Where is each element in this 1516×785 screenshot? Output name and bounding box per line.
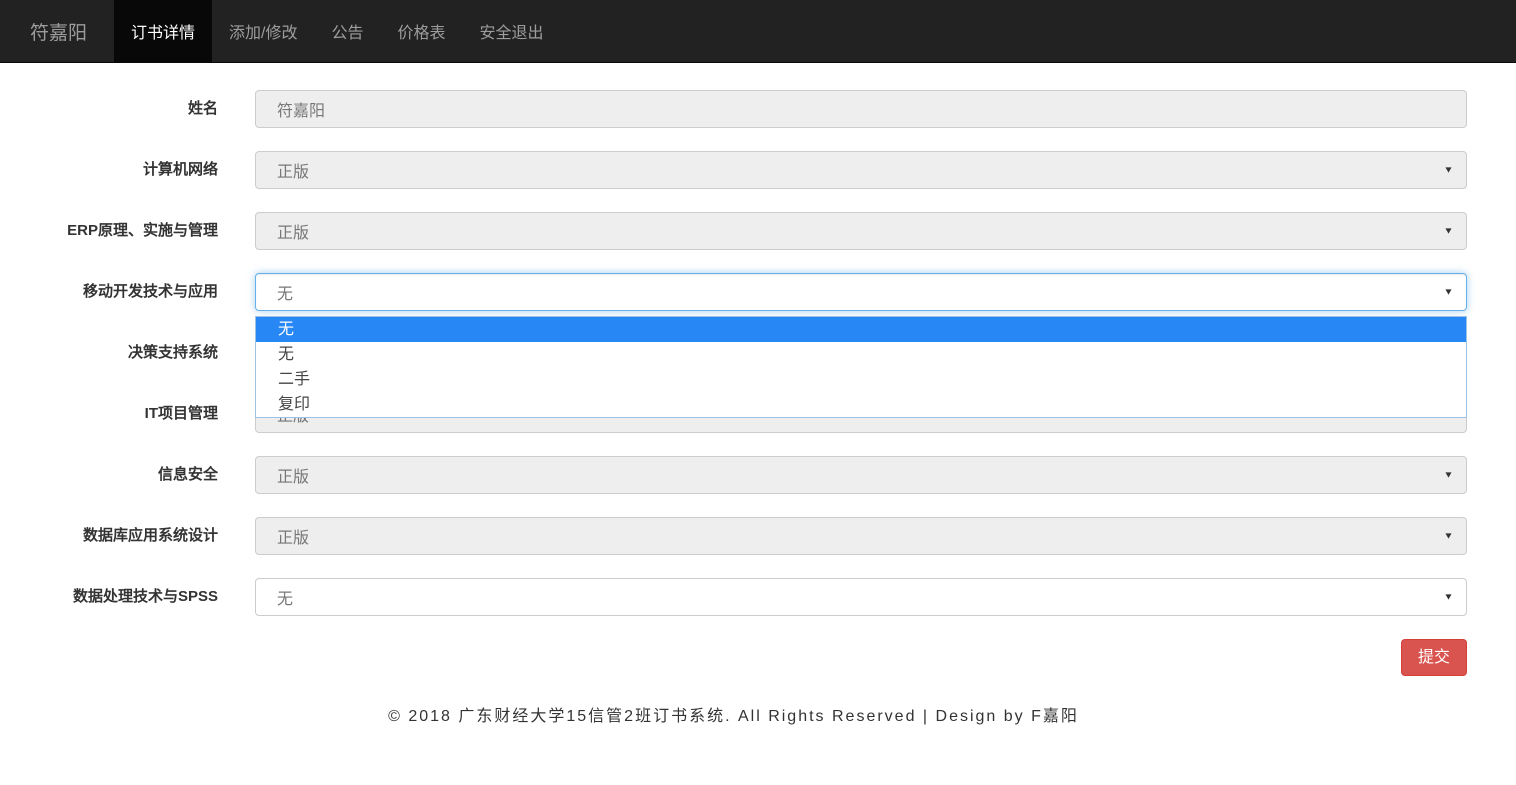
chevron-down-icon: ▼: [1443, 227, 1453, 236]
select-input: 正版 ▼: [255, 151, 1467, 189]
field-control-wrap: 无▼无无二手复印: [255, 273, 1467, 311]
field-control-wrap: 正版 ▼: [255, 151, 1467, 189]
field-value: 无: [277, 280, 293, 304]
form-row: 姓名 符嘉阳: [0, 90, 1467, 128]
field-control-wrap: 符嘉阳: [255, 90, 1467, 128]
field-label: IT项目管理: [0, 405, 218, 423]
nav-item-0[interactable]: 订书详情: [114, 0, 212, 62]
form-row: 移动开发技术与应用无▼无无二手复印: [0, 273, 1467, 311]
field-value: 符嘉阳: [277, 97, 325, 121]
field-value: 无: [277, 585, 293, 609]
chevron-down-icon: ▼: [1443, 166, 1453, 175]
field-label: 数据库应用系统设计: [0, 527, 218, 545]
field-value: 正版: [277, 158, 309, 182]
field-label: 计算机网络: [0, 161, 218, 179]
select-input: 正版 ▼: [255, 212, 1467, 250]
dropdown-option[interactable]: 二手: [256, 367, 1466, 392]
select-input[interactable]: 无▼: [255, 578, 1467, 616]
dropdown-option[interactable]: 无: [256, 317, 1466, 342]
submit-row: 提交: [0, 639, 1467, 676]
dropdown-option[interactable]: 复印: [256, 392, 1466, 417]
form-row: 数据处理技术与SPSS无▼: [0, 578, 1467, 616]
nav-item-3[interactable]: 价格表: [381, 0, 463, 62]
field-value: 正版: [277, 524, 309, 548]
text-input: 符嘉阳: [255, 90, 1467, 128]
chevron-down-icon: ▼: [1443, 593, 1453, 602]
field-control-wrap: 正版 ▼: [255, 456, 1467, 494]
form-row: 信息安全 正版 ▼: [0, 456, 1467, 494]
field-label: 决策支持系统: [0, 344, 218, 362]
field-label: 姓名: [0, 100, 218, 118]
field-label: 数据处理技术与SPSS: [0, 588, 218, 606]
dropdown-option[interactable]: 无: [256, 342, 1466, 367]
field-value: 正版: [277, 463, 309, 487]
field-control-wrap: 无▼: [255, 578, 1467, 616]
select-dropdown: 无无二手复印: [255, 316, 1467, 418]
nav-item-1[interactable]: 添加/修改: [212, 0, 314, 62]
select-input: 正版 ▼: [255, 517, 1467, 555]
field-control-wrap: 正版 ▼: [255, 212, 1467, 250]
chevron-down-icon: ▼: [1443, 288, 1453, 297]
field-value: 正版: [277, 219, 309, 243]
select-input: 正版 ▼: [255, 456, 1467, 494]
form-row: 数据库应用系统设计 正版 ▼: [0, 517, 1467, 555]
form-row: 计算机网络 正版 ▼: [0, 151, 1467, 189]
navbar-menu: 订书详情添加/修改公告价格表安全退出: [114, 0, 561, 62]
navbar-brand[interactable]: 符嘉阳: [15, 0, 102, 62]
field-label: 信息安全: [0, 466, 218, 484]
submit-button[interactable]: 提交: [1401, 639, 1467, 676]
nav-item-2[interactable]: 公告: [314, 0, 380, 62]
footer-copyright-text: © 2018 广东财经大学15信管2班订书系统. All Rights Rese…: [388, 708, 1079, 725]
chevron-down-icon: ▼: [1443, 532, 1453, 541]
field-label: ERP原理、实施与管理: [0, 222, 218, 240]
navbar: 符嘉阳 订书详情添加/修改公告价格表安全退出: [0, 0, 1516, 63]
book-order-form: 姓名符嘉阳计算机网络正版▼ERP原理、实施与管理正版▼移动开发技术与应用无▼无无…: [0, 90, 1467, 616]
nav-item-4[interactable]: 安全退出: [463, 0, 561, 62]
order-detail-page: 姓名符嘉阳计算机网络正版▼ERP原理、实施与管理正版▼移动开发技术与应用无▼无无…: [0, 63, 1516, 726]
field-label: 移动开发技术与应用: [0, 283, 218, 301]
form-row: ERP原理、实施与管理 正版 ▼: [0, 212, 1467, 250]
chevron-down-icon: ▼: [1443, 471, 1453, 480]
field-control-wrap: 正版 ▼: [255, 517, 1467, 555]
select-input[interactable]: 无▼: [255, 273, 1467, 311]
footer: © 2018 广东财经大学15信管2班订书系统. All Rights Rese…: [0, 702, 1467, 726]
